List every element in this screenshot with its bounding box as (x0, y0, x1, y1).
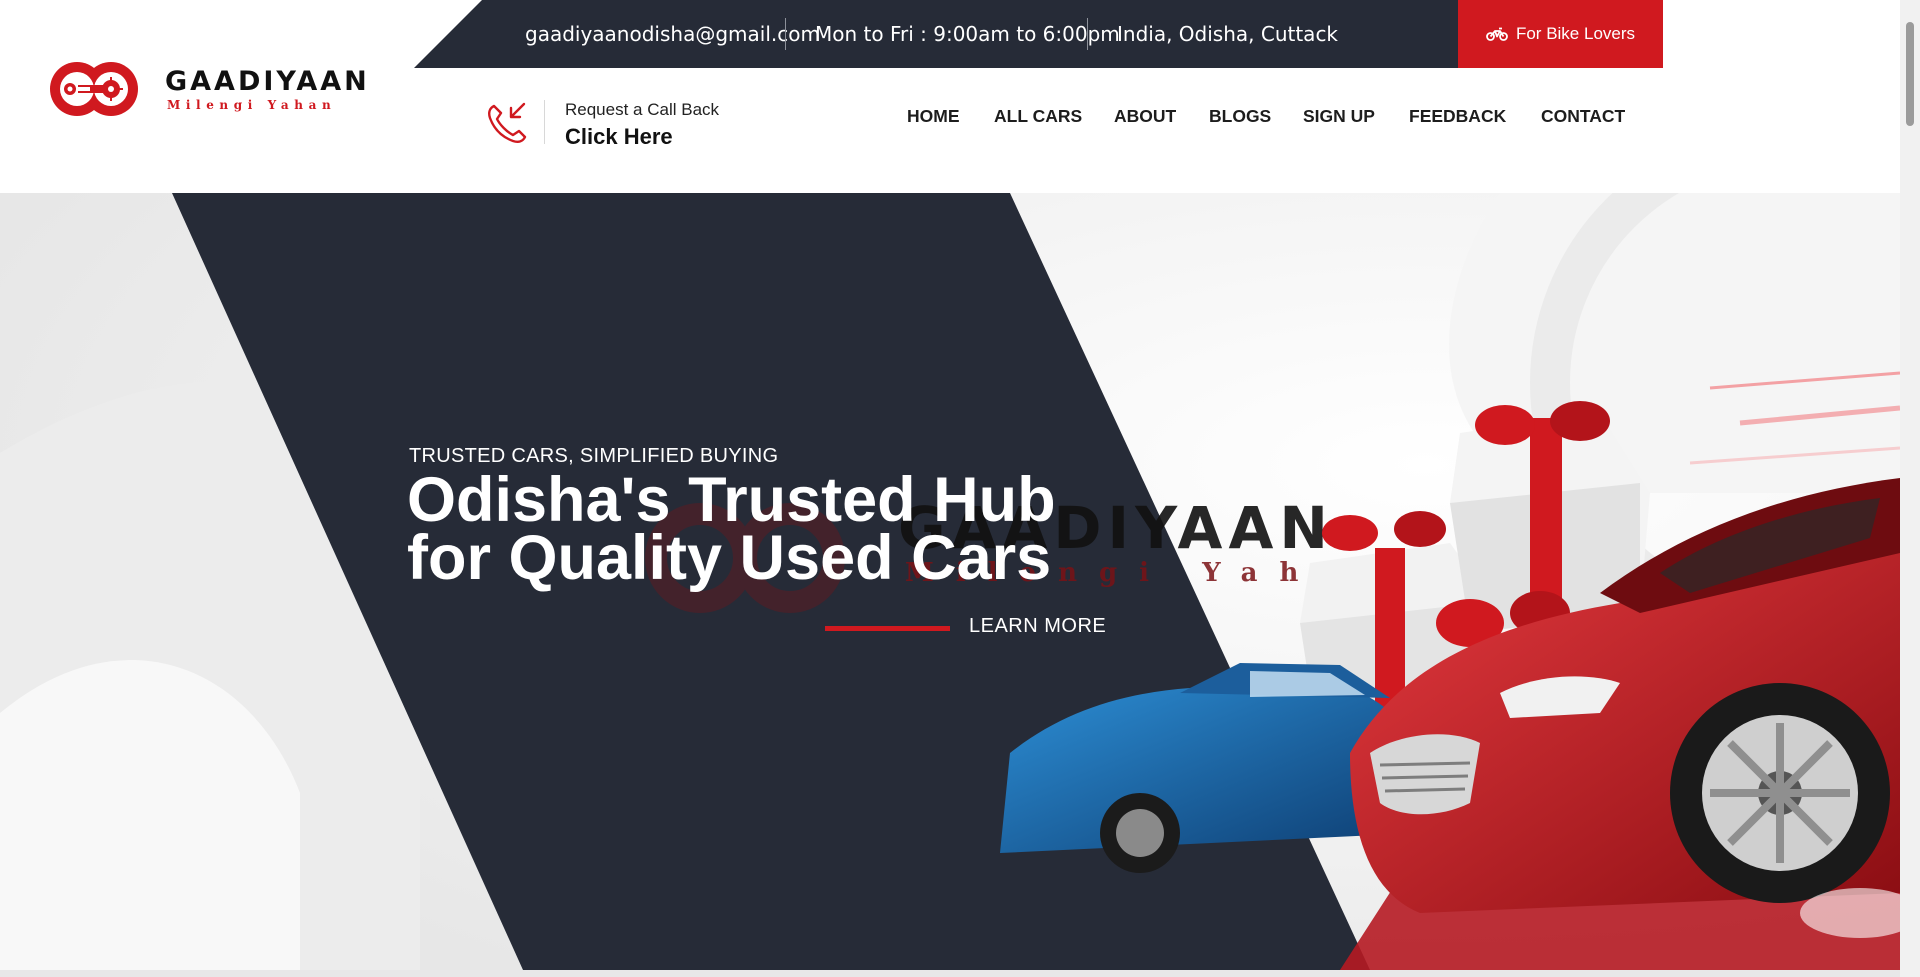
for-bike-lovers-button[interactable]: For Bike Lovers (1458, 0, 1663, 68)
bottom-strip (0, 970, 1900, 977)
logo-tagline: Milengi Yahan (167, 98, 337, 112)
page: gaadiyaanodisha@gmail.com Mon to Fri : 9… (0, 0, 1920, 977)
hero-accent-line (825, 626, 950, 631)
callback-label: Request a Call Back (565, 100, 720, 119)
nav-about[interactable]: ABOUT (1114, 106, 1176, 127)
page-scrollbar[interactable] (1900, 0, 1920, 977)
hero-banner: GAADIYAAN Milengi Yahan TRUSTED CARS, SI… (0, 193, 1900, 970)
logo[interactable]: GAADIYAAN Milengi Yahan (48, 56, 367, 120)
topbar-email[interactable]: gaadiyaanodisha@gmail.com (525, 0, 820, 68)
logo-mark-icon (50, 62, 138, 116)
topbar-divider (1087, 18, 1088, 50)
nav-contact[interactable]: CONTACT (1541, 106, 1625, 127)
logo-name: GAADIYAAN (165, 66, 370, 97)
learn-more-link[interactable]: LEARN MORE (969, 615, 1106, 638)
nav-all-cars[interactable]: ALL CARS (994, 106, 1082, 127)
top-bar-slant (414, 0, 482, 68)
topbar-divider (785, 18, 786, 50)
nav-feedback[interactable]: FEEDBACK (1409, 106, 1506, 127)
topbar-location: India, Odisha, Cuttack (1117, 22, 1339, 46)
hero-title: Odisha's Trusted Hub for Quality Used Ca… (407, 465, 1127, 593)
hero-title-line-2: for Quality Used Cars (407, 523, 1052, 593)
motorcycle-icon (1486, 27, 1508, 41)
phone-incoming-icon (488, 102, 527, 143)
topbar-hours: Mon to Fri : 9:00am to 6:00pm (815, 22, 1120, 46)
nav-sign-up[interactable]: SIGN UP (1303, 106, 1375, 127)
bike-button-label: For Bike Lovers (1515, 24, 1636, 43)
callback-divider (544, 100, 545, 144)
scrollbar-thumb[interactable] (1906, 22, 1914, 126)
hero-title-line-1: Odisha's Trusted Hub (407, 465, 1056, 535)
callback-link[interactable]: Click Here (565, 124, 673, 150)
nav-blogs[interactable]: BLOGS (1209, 106, 1271, 127)
nav-home[interactable]: HOME (907, 106, 960, 127)
